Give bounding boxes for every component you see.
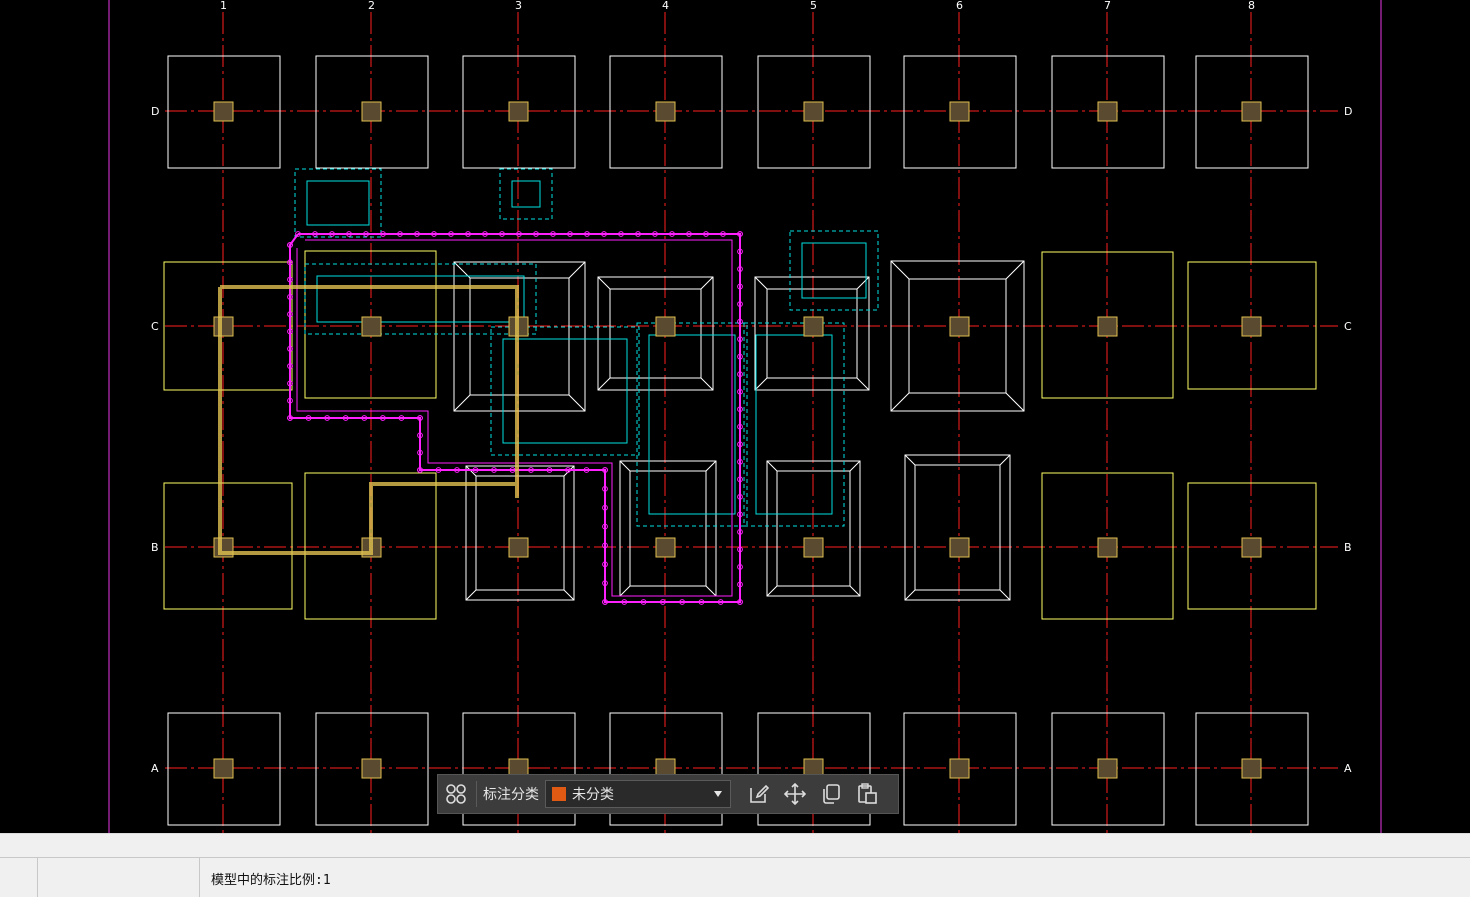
axis-label-column: 6 <box>956 0 963 12</box>
move-button[interactable] <box>777 776 813 812</box>
footing-slope <box>904 454 1011 601</box>
category-color-swatch <box>552 787 566 801</box>
column <box>803 316 824 337</box>
grid-view-button[interactable] <box>438 776 474 812</box>
pile-cap <box>499 168 553 220</box>
column <box>1097 316 1118 337</box>
column <box>655 537 676 558</box>
pile-cap-inner <box>511 180 541 208</box>
paste-icon <box>858 783 877 804</box>
footing <box>629 470 707 587</box>
axis-labels: 1 2 3 4 5 6 7 8 D D C C B B A A <box>151 0 1352 775</box>
drawing-border <box>108 0 1382 833</box>
annotation-toolbar: 标注分类 未分类 <box>437 774 899 814</box>
column <box>1241 537 1262 558</box>
pile-cap <box>636 322 748 527</box>
status-bar: 模型中的标注比例:1 <box>0 858 1470 897</box>
footing <box>914 464 1001 591</box>
grid-view-icon <box>446 784 466 804</box>
column <box>213 101 234 122</box>
axis-label-column: 8 <box>1248 0 1255 12</box>
category-dropdown[interactable]: 未分类 <box>545 780 731 808</box>
copy-icon <box>823 784 840 804</box>
axis-label-column: 5 <box>810 0 817 12</box>
column <box>949 101 970 122</box>
column <box>949 537 970 558</box>
footing-slope <box>465 465 575 601</box>
toolbar-divider <box>476 781 477 807</box>
axis-label-row: B <box>1344 541 1352 554</box>
pile-cap-inner <box>502 338 628 444</box>
pile-cap-inner <box>316 275 525 323</box>
axis-label-column: 7 <box>1104 0 1111 12</box>
category-label: 标注分类 <box>483 787 539 803</box>
footing-slope <box>619 460 717 597</box>
annotation-scale-text: 模型中的标注比例:1 <box>211 873 331 888</box>
status-cell <box>0 858 38 897</box>
pile-cap-inner <box>306 180 370 226</box>
pile-cap <box>743 322 845 527</box>
axis-label-column: 4 <box>662 0 669 12</box>
axis-label-row: C <box>151 320 159 333</box>
edit-button[interactable] <box>741 776 777 812</box>
axis-label-column: 3 <box>515 0 522 12</box>
column <box>361 758 382 779</box>
move-icon <box>783 782 807 806</box>
edit-icon <box>750 784 770 803</box>
axis-label-row: D <box>1344 105 1352 118</box>
column <box>1097 101 1118 122</box>
column <box>949 758 970 779</box>
column <box>1097 537 1118 558</box>
column <box>361 101 382 122</box>
footing <box>475 475 565 591</box>
column <box>1241 101 1262 122</box>
column <box>803 101 824 122</box>
footing <box>619 460 717 597</box>
pile-cap-inner <box>648 334 736 515</box>
column <box>361 316 382 337</box>
axis-label-row: C <box>1344 320 1352 333</box>
column <box>655 316 676 337</box>
column <box>803 537 824 558</box>
column <box>1241 758 1262 779</box>
footing <box>904 454 1011 601</box>
copy-button[interactable] <box>813 776 849 812</box>
column <box>508 101 529 122</box>
column <box>949 316 970 337</box>
column <box>1241 316 1262 337</box>
drawing-canvas[interactable]: 1 2 3 4 5 6 7 8 D D C C B B A A <box>0 0 1470 833</box>
axis-label-row: B <box>151 541 159 554</box>
column <box>213 316 234 337</box>
pile-cap <box>294 168 382 238</box>
column <box>213 758 234 779</box>
footing <box>465 465 575 601</box>
axis-label-column: 1 <box>220 0 227 12</box>
column <box>508 537 529 558</box>
axis-label-column: 2 <box>368 0 375 12</box>
category-dropdown-value: 未分类 <box>572 787 614 803</box>
axis-label-row: A <box>1344 762 1352 775</box>
column <box>1097 758 1118 779</box>
axis-label-row: D <box>151 105 159 118</box>
chevron-down-icon <box>714 791 722 797</box>
axis-label-row: A <box>151 762 159 775</box>
column <box>655 101 676 122</box>
paste-button[interactable] <box>849 776 885 812</box>
pile-cap-inner <box>801 242 867 299</box>
status-cell <box>38 858 200 897</box>
axis-grid <box>165 12 1338 833</box>
command-strip <box>0 833 1470 858</box>
pile-cap <box>490 326 640 456</box>
pile-cap <box>304 263 537 335</box>
